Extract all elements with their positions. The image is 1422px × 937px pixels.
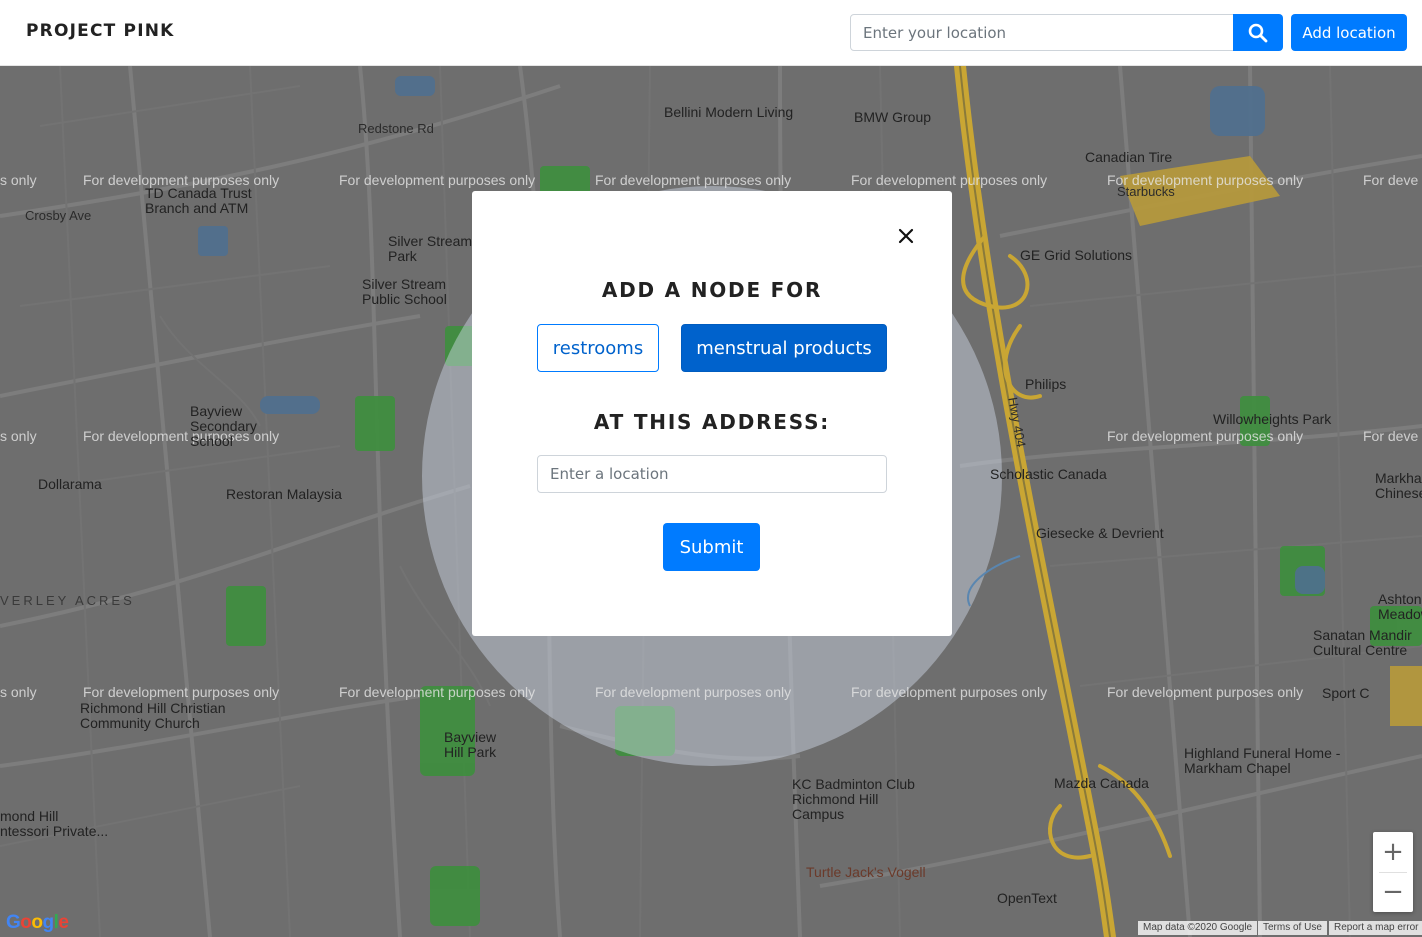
google-logo-letter: o bbox=[31, 912, 43, 933]
map-place-label: mond Hill ntessori Private... bbox=[0, 808, 109, 839]
map-watermark: s only bbox=[0, 172, 37, 188]
map-place-label: Willowheights Park bbox=[1213, 411, 1332, 427]
map-place-label: Starbucks bbox=[1117, 184, 1175, 199]
map-place-label: Bayview Secondary School bbox=[190, 403, 257, 449]
map-watermark: For deve bbox=[1363, 172, 1419, 188]
map-place-label: TD Canada Trust Branch and ATM bbox=[145, 185, 252, 216]
map-place-label: Markham Chinese Baptist Church bbox=[1375, 471, 1422, 501]
google-logo-letter: g bbox=[42, 912, 55, 933]
map-place-label: Richmond Hill Christian Community Church bbox=[80, 700, 226, 731]
map-place-label: Crosby Ave bbox=[25, 208, 92, 223]
map-watermark: For development purposes only bbox=[339, 684, 536, 700]
search-icon bbox=[1248, 23, 1268, 42]
map-watermark: For development purposes only bbox=[339, 172, 536, 188]
map-place-label: VERLEY ACRES bbox=[0, 593, 135, 608]
menstrual-products-option-button[interactable]: menstrual products bbox=[681, 324, 887, 372]
map-place-label: Ashton Meadows Park bbox=[1378, 592, 1422, 622]
map-watermark: For development purposes only bbox=[1107, 428, 1304, 444]
map-place-label: Canadian Tire bbox=[1085, 149, 1173, 165]
map-place-label: Silver Stream Public School bbox=[362, 276, 447, 307]
map-place-label: Philips bbox=[1025, 376, 1067, 392]
google-logo-letter: o bbox=[20, 912, 32, 933]
map-watermark: For development purposes only bbox=[83, 684, 280, 700]
top-navbar: PROJECT PINK Add location bbox=[0, 0, 1422, 66]
map-place-label: Redstone Rd bbox=[358, 121, 434, 136]
map-place-label: Silver Stream Park bbox=[388, 233, 473, 264]
map-place-label: Highland Funeral Home - Markham Chapel bbox=[1184, 745, 1341, 776]
map-place-label: BMW Group bbox=[854, 109, 932, 125]
location-search-input[interactable] bbox=[850, 14, 1234, 51]
address-input[interactable] bbox=[537, 455, 887, 493]
close-modal-button[interactable] bbox=[893, 223, 919, 249]
add-location-button[interactable]: Add location bbox=[1291, 14, 1407, 51]
terms-of-use-link[interactable]: Terms of Use bbox=[1258, 921, 1327, 935]
google-logo[interactable]: Google bbox=[6, 912, 69, 934]
map-data-attribution: Map data ©2020 Google bbox=[1138, 921, 1258, 935]
map-place-label: Sanatan Mandir Cultural Centre bbox=[1313, 627, 1412, 658]
map-zoom-controls: + − bbox=[1373, 832, 1413, 912]
map-watermark: For development purposes only bbox=[1107, 684, 1304, 700]
map-watermark: s only bbox=[0, 684, 37, 700]
close-icon bbox=[898, 228, 914, 244]
map-place-label: Restoran Malaysia bbox=[226, 486, 342, 502]
map-watermark: For development purposes only bbox=[595, 684, 792, 700]
map-place-label: Turtle Jack's Vogell bbox=[806, 864, 926, 880]
map-place-label: KC Badminton Club Richmond Hill Campus bbox=[792, 776, 915, 822]
google-logo-letter: e bbox=[58, 912, 69, 933]
map-watermark: For deve bbox=[1363, 428, 1419, 444]
map-watermark: For development purposes only bbox=[851, 684, 1048, 700]
map-place-label: Mazda Canada bbox=[1054, 775, 1149, 791]
map-place-label: OpenText bbox=[997, 890, 1057, 906]
address-heading: AT THIS ADDRESS: bbox=[593, 410, 831, 434]
map-watermark: s only bbox=[0, 428, 37, 444]
map-place-label: Sport C bbox=[1322, 685, 1370, 701]
report-map-error-link[interactable]: Report a map error bbox=[1329, 921, 1422, 935]
add-node-heading: ADD A NODE FOR bbox=[601, 278, 823, 302]
map-place-label: Scholastic Canada bbox=[990, 466, 1107, 482]
map-place-label: Dollarama bbox=[38, 476, 102, 492]
map-place-label: Bellini Modern Living bbox=[664, 104, 794, 120]
google-logo-letter: G bbox=[6, 912, 21, 933]
map-watermark: For development purposes only bbox=[851, 172, 1048, 188]
brand-title[interactable]: PROJECT PINK bbox=[26, 21, 175, 41]
submit-button[interactable]: Submit bbox=[663, 523, 760, 571]
search-button[interactable] bbox=[1233, 14, 1283, 51]
map-place-label: GE Grid Solutions bbox=[1020, 247, 1133, 263]
map-place-label: Giesecke & Devrient bbox=[1036, 525, 1164, 541]
map-watermark: For development purposes only bbox=[595, 172, 792, 188]
map-place-label: Bayview Hill Park bbox=[444, 729, 497, 760]
restrooms-option-button[interactable]: restrooms bbox=[537, 324, 659, 372]
zoom-in-button[interactable]: + bbox=[1373, 832, 1413, 872]
zoom-out-button[interactable]: − bbox=[1373, 872, 1413, 912]
